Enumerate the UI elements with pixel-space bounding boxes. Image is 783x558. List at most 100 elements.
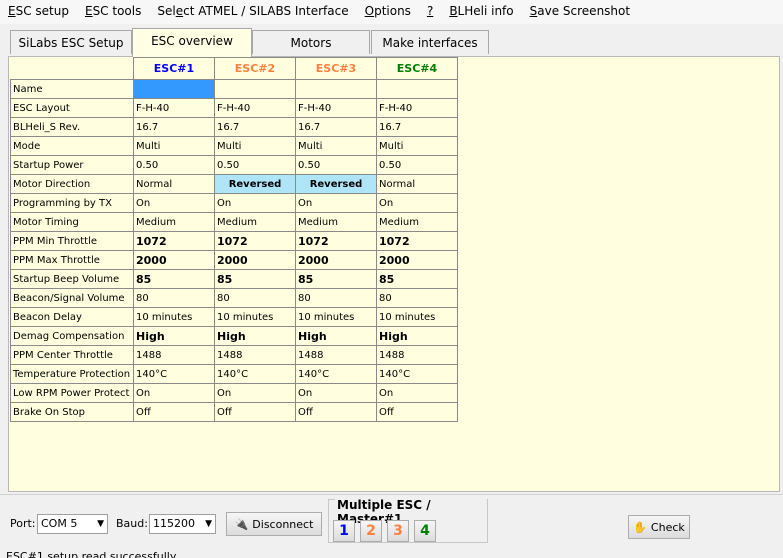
setting-cell[interactable]: Off [376, 402, 458, 422]
row-label: PPM Center Throttle [10, 345, 134, 365]
setting-cell[interactable]: 140°C [376, 364, 458, 384]
menu-item-3[interactable]: Options [357, 0, 419, 24]
check-button[interactable]: ✋ Check [628, 515, 690, 539]
setting-cell[interactable]: 0.50 [133, 155, 215, 175]
setting-cell[interactable]: 2000 [376, 250, 458, 270]
setting-cell[interactable]: 1072 [376, 231, 458, 251]
setting-cell[interactable]: Normal [376, 174, 458, 194]
setting-cell[interactable]: On [133, 383, 215, 403]
setting-cell[interactable]: Off [214, 402, 296, 422]
setting-cell[interactable]: 0.50 [214, 155, 296, 175]
setting-cell[interactable]: 1488 [376, 345, 458, 365]
setting-cell[interactable]: Medium [376, 212, 458, 232]
row-label: Programming by TX [10, 193, 134, 213]
status-bar: ESC#1 setup read successfully [0, 546, 783, 558]
setting-cell[interactable]: F-H-40 [133, 98, 215, 118]
setting-cell[interactable]: Reversed [214, 174, 296, 194]
table-row: Temperature Protection 140°C 140°C 140°C 140… [10, 364, 458, 384]
port-select[interactable]: COM 5 ▼ [37, 514, 108, 534]
menu-item-2[interactable]: Select ATMEL / SILABS Interface [149, 0, 356, 24]
setting-cell[interactable]: 10 minutes [133, 307, 215, 327]
setting-cell[interactable]: 0.50 [295, 155, 377, 175]
setting-cell[interactable]: High [295, 326, 377, 346]
esc-select-button-3[interactable]: 3 [387, 520, 409, 542]
esc-settings-grid: ESC#1 ESC#2 ESC#3 ESC#4 Name ESC Layout F-H-40… [10, 57, 458, 422]
menu-item-4[interactable]: ? [419, 0, 441, 24]
setting-cell[interactable]: 16.7 [376, 117, 458, 137]
setting-cell[interactable]: 85 [295, 269, 377, 289]
esc-header-4: ESC#4 [376, 57, 458, 80]
baud-select[interactable]: 115200 ▼ [149, 514, 216, 534]
setting-cell[interactable]: Normal [133, 174, 215, 194]
setting-cell[interactable]: 2000 [133, 250, 215, 270]
setting-cell[interactable]: 16.7 [214, 117, 296, 137]
setting-cell[interactable]: Multi [376, 136, 458, 156]
setting-cell[interactable]: F-H-40 [214, 98, 296, 118]
menu-item-0[interactable]: ESC setup [0, 0, 77, 24]
setting-cell[interactable]: 10 minutes [214, 307, 296, 327]
setting-cell[interactable]: 10 minutes [376, 307, 458, 327]
esc-select-button-2[interactable]: 2 [360, 520, 382, 542]
setting-cell[interactable]: Medium [133, 212, 215, 232]
setting-cell[interactable]: Reversed [295, 174, 377, 194]
setting-cell[interactable]: 2000 [295, 250, 377, 270]
setting-cell[interactable]: 2000 [214, 250, 296, 270]
setting-cell[interactable]: Multi [214, 136, 296, 156]
port-label: Port: [10, 517, 36, 530]
menu-item-6[interactable]: Save Screenshot [522, 0, 638, 24]
setting-cell[interactable]: 80 [295, 288, 377, 308]
setting-cell[interactable]: On [214, 193, 296, 213]
table-row: PPM Center Throttle 1488 1488 1488 1488 [10, 345, 458, 365]
setting-cell[interactable]: Off [295, 402, 377, 422]
esc-select-button-4[interactable]: 4 [414, 520, 436, 542]
setting-cell[interactable]: 1488 [133, 345, 215, 365]
setting-cell[interactable]: 140°C [295, 364, 377, 384]
setting-cell[interactable]: 80 [133, 288, 215, 308]
setting-cell[interactable]: On [214, 383, 296, 403]
setting-cell[interactable]: High [214, 326, 296, 346]
setting-cell[interactable]: On [295, 193, 377, 213]
setting-cell[interactable]: 10 minutes [295, 307, 377, 327]
setting-cell[interactable]: Multi [295, 136, 377, 156]
setting-cell[interactable]: 16.7 [295, 117, 377, 137]
setting-cell[interactable]: High [133, 326, 215, 346]
setting-cell[interactable]: F-H-40 [295, 98, 377, 118]
setting-cell[interactable] [133, 79, 215, 99]
setting-cell[interactable]: 140°C [214, 364, 296, 384]
setting-cell[interactable]: F-H-40 [376, 98, 458, 118]
setting-cell[interactable]: 85 [214, 269, 296, 289]
setting-cell[interactable]: Medium [295, 212, 377, 232]
tab-motors[interactable]: Motors [252, 30, 370, 54]
tab-make-interfaces[interactable]: Make interfaces [371, 30, 489, 54]
setting-cell[interactable] [295, 79, 377, 99]
setting-cell[interactable]: Off [133, 402, 215, 422]
setting-cell[interactable]: 1072 [214, 231, 296, 251]
setting-cell[interactable]: 0.50 [376, 155, 458, 175]
menu-item-1[interactable]: ESC tools [77, 0, 149, 24]
disconnect-button[interactable]: 🔌 Disconnect [226, 512, 322, 536]
tab-esc-overview[interactable]: ESC overview [132, 28, 252, 57]
setting-cell[interactable]: On [295, 383, 377, 403]
setting-cell[interactable]: High [376, 326, 458, 346]
setting-cell[interactable]: 1072 [133, 231, 215, 251]
setting-cell[interactable]: Multi [133, 136, 215, 156]
setting-cell[interactable]: 80 [376, 288, 458, 308]
setting-cell[interactable]: 1488 [295, 345, 377, 365]
setting-cell[interactable]: On [376, 193, 458, 213]
setting-cell[interactable]: Medium [214, 212, 296, 232]
setting-cell[interactable]: 16.7 [133, 117, 215, 137]
setting-cell[interactable]: 1072 [295, 231, 377, 251]
setting-cell[interactable]: 140°C [133, 364, 215, 384]
esc-select-button-1[interactable]: 1 [333, 520, 355, 542]
setting-cell[interactable] [376, 79, 458, 99]
baud-value: 115200 [153, 517, 195, 530]
setting-cell[interactable]: 1488 [214, 345, 296, 365]
setting-cell[interactable]: 80 [214, 288, 296, 308]
setting-cell[interactable]: 85 [133, 269, 215, 289]
menu-item-5[interactable]: BLHeli info [441, 0, 521, 24]
setting-cell[interactable] [214, 79, 296, 99]
tab-silabs-esc-setup[interactable]: SiLabs ESC Setup [10, 30, 132, 54]
setting-cell[interactable]: On [133, 193, 215, 213]
setting-cell[interactable]: On [376, 383, 458, 403]
setting-cell[interactable]: 85 [376, 269, 458, 289]
